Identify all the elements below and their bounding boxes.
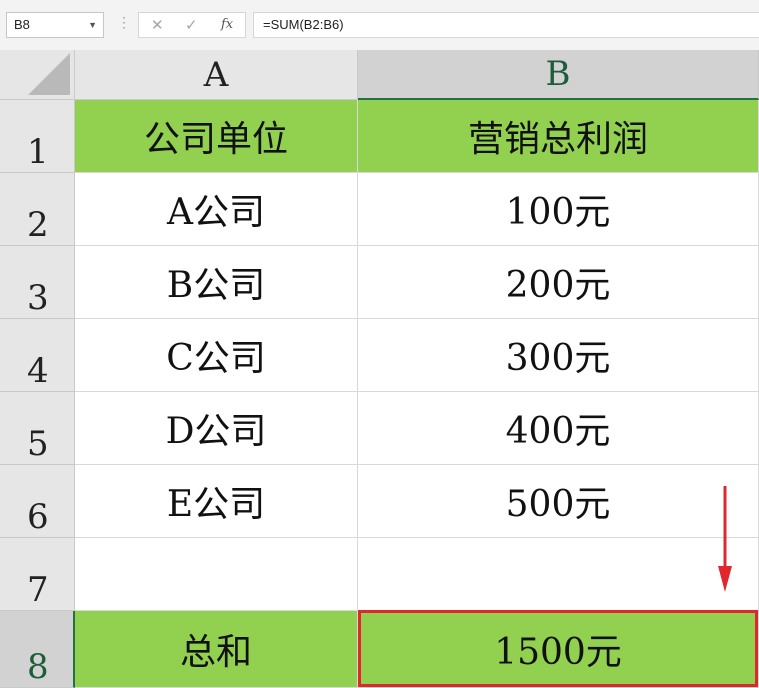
- row-header-6[interactable]: 6: [0, 465, 75, 538]
- column-header-a[interactable]: A: [75, 50, 358, 100]
- more-options-icon[interactable]: ⋮: [117, 14, 131, 31]
- formula-bar: B8 ▼ ⋮ ✕ ✓ fx =SUM(B2:B6): [0, 0, 759, 51]
- enter-icon[interactable]: ✓: [185, 16, 198, 34]
- row-header-3[interactable]: 3: [0, 246, 75, 319]
- cell-a4[interactable]: C公司: [75, 319, 358, 392]
- row-header-4[interactable]: 4: [0, 319, 75, 392]
- cell-a6[interactable]: E公司: [75, 465, 358, 538]
- cell-a1[interactable]: 公司单位: [75, 100, 358, 173]
- spreadsheet-grid: A B 1 2 3 4 5 6 7 8 公司单位 营销总利润 A公司 100元 …: [0, 50, 759, 688]
- cancel-icon[interactable]: ✕: [151, 16, 164, 34]
- select-all-corner[interactable]: [0, 50, 75, 100]
- cell-b5[interactable]: 400元: [358, 392, 759, 465]
- select-all-icon: [28, 53, 70, 95]
- down-arrow-icon: [718, 486, 732, 592]
- formula-buttons: ✕ ✓ fx: [138, 12, 246, 38]
- row-header-1[interactable]: 1: [0, 100, 75, 173]
- cell-b6[interactable]: 500元: [358, 465, 759, 538]
- row-header-7[interactable]: 7: [0, 538, 75, 611]
- cell-a7[interactable]: [75, 538, 358, 611]
- cell-b4[interactable]: 300元: [358, 319, 759, 392]
- insert-function-icon[interactable]: fx: [221, 17, 233, 32]
- cell-b1[interactable]: 营销总利润: [358, 100, 759, 173]
- selected-cell-highlight: [358, 610, 758, 687]
- name-box[interactable]: B8 ▼: [6, 12, 104, 38]
- cell-b7[interactable]: [358, 538, 759, 611]
- row-header-5[interactable]: 5: [0, 392, 75, 465]
- chevron-down-icon[interactable]: ▼: [88, 13, 97, 37]
- row-header-2[interactable]: 2: [0, 173, 75, 246]
- cell-b3[interactable]: 200元: [358, 246, 759, 319]
- cell-a5[interactable]: D公司: [75, 392, 358, 465]
- name-box-value: B8: [14, 17, 30, 32]
- formula-input[interactable]: =SUM(B2:B6): [253, 12, 759, 38]
- row-header-8[interactable]: 8: [0, 611, 75, 688]
- cell-a8[interactable]: 总和: [75, 611, 358, 688]
- cell-b2[interactable]: 100元: [358, 173, 759, 246]
- cell-a2[interactable]: A公司: [75, 173, 358, 246]
- cell-a3[interactable]: B公司: [75, 246, 358, 319]
- column-header-b[interactable]: B: [358, 50, 759, 100]
